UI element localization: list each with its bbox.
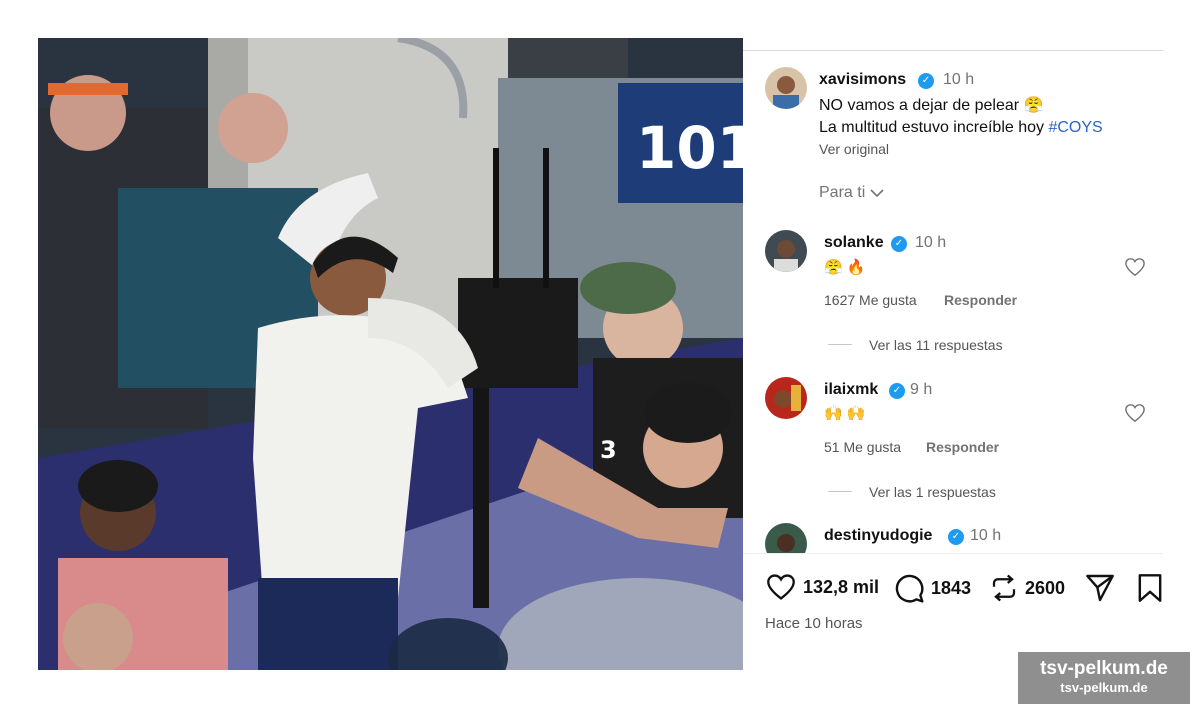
stand-number: 101 [636,114,743,182]
sort-dropdown[interactable]: Para ti [819,184,885,202]
author-avatar[interactable] [765,67,807,109]
chevron-down-icon [870,189,884,198]
verified-badge-icon: ✓ [948,529,964,545]
comment-bubble-icon [895,574,924,603]
heart-icon[interactable] [1124,403,1146,423]
replies-line [828,344,852,345]
comment-time[interactable]: 10 h [915,234,946,252]
comment-avatar-image [765,230,807,272]
comment-avatar-image [765,523,807,553]
comment-avatar[interactable] [765,230,807,272]
post-photo-illustration: 101 3 [38,38,743,670]
caption-hashtag[interactable]: #COYS [1048,119,1102,136]
post-photo[interactable]: 101 3 [38,38,743,670]
bib-number: 3 [600,436,617,464]
repost-icon [992,574,1016,602]
actions-divider [743,553,1163,554]
panel-divider [743,50,1163,51]
repost-button[interactable]: 2600 [989,573,1065,603]
reposts-count: 2600 [1025,577,1066,598]
comment-text: 😤 🔥 [824,259,866,276]
comment-likes[interactable]: 1627 Me gusta [824,292,917,308]
post-timestamp: Hace 10 horas [765,615,863,632]
author-avatar-image [765,67,807,109]
comment-text: 🙌 🙌 [824,405,866,422]
verified-badge-icon: ✓ [918,73,934,89]
comment-avatar-image [765,377,807,419]
replies-line [828,491,852,492]
comment-time[interactable]: 9 h [910,381,932,399]
comment-button[interactable]: 1843 [893,572,971,604]
like-button[interactable]: 132,8 mil [765,573,879,601]
comment-username[interactable]: solanke [824,234,884,252]
comment-list-overflow: destinyudogie ✓ 10 h [743,508,1163,553]
reply-button[interactable]: Responder [944,292,1017,308]
post-time[interactable]: 10 h [943,71,974,89]
bookmark-icon[interactable] [1136,572,1164,604]
likes-count[interactable]: 132,8 mil [803,577,879,598]
caption-line-1: NO vamos a dejar de pelear 😤 [819,97,1044,114]
watermark: tsv-pelkum.de tsv-pelkum.de [1018,652,1190,704]
verified-badge-icon: ✓ [889,383,905,399]
view-replies-button[interactable]: Ver las 11 respuestas [869,337,1003,353]
see-original-link[interactable]: Ver original [819,141,889,157]
comments-count: 1843 [931,577,972,598]
view-replies-button[interactable]: Ver las 1 respuestas [869,484,996,500]
heart-icon [767,574,795,600]
comment-likes[interactable]: 51 Me gusta [824,439,901,455]
heart-icon[interactable] [1124,257,1146,277]
caption-line-2: La multitud estuvo increíble hoy #COYS [819,119,1103,137]
caption-line-2-text: La multitud estuvo increíble hoy [819,119,1049,136]
comment-username[interactable]: ilaixmk [824,381,878,399]
reply-button[interactable]: Responder [926,439,999,455]
comment-avatar[interactable] [765,523,807,553]
watermark-subtext: tsv-pelkum.de [1060,680,1148,695]
comment-username[interactable]: destinyudogie [824,527,932,545]
author-username[interactable]: xavisimons [819,71,906,89]
verified-badge-icon: ✓ [891,236,907,252]
watermark-text: tsv-pelkum.de [1040,658,1168,679]
comment-time[interactable]: 10 h [970,527,1001,545]
sort-label: Para ti [819,184,866,201]
comment-avatar[interactable] [765,377,807,419]
post-side-panel: xavisimons ✓ 10 h NO vamos a dejar de pe… [743,38,1163,670]
share-icon[interactable] [1084,572,1116,604]
